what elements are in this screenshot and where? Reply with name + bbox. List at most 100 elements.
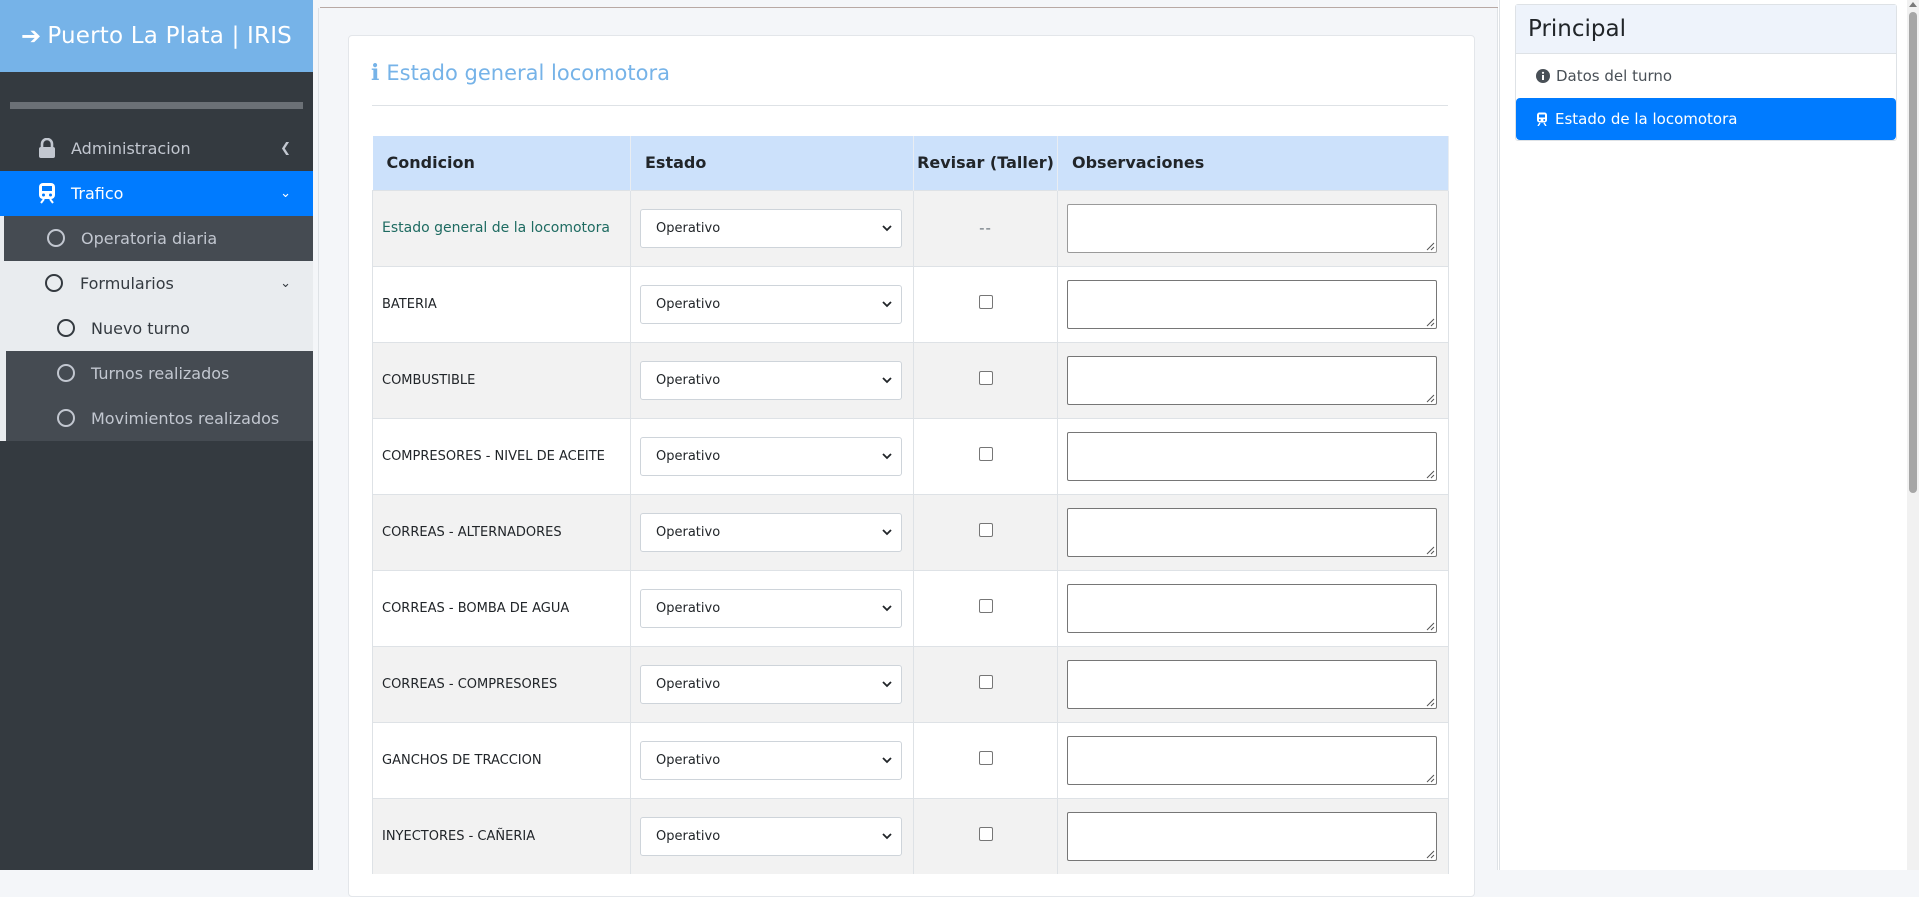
resize-handle-icon[interactable]	[1425, 697, 1435, 707]
sidebar-item-label: Movimientos realizados	[91, 409, 280, 428]
circle-icon	[47, 229, 65, 247]
circle-icon	[57, 364, 75, 382]
sidebar-item-label: Operatoria diaria	[81, 229, 218, 248]
panel-title: Principal	[1516, 5, 1896, 54]
column-header-observaciones: Observaciones	[1057, 136, 1449, 190]
circle-icon	[45, 274, 63, 292]
sidebar-item-turnos-realizados[interactable]: Turnos realizados	[6, 351, 313, 396]
resize-handle-icon[interactable]	[1425, 393, 1435, 403]
panel-item-label: Estado de la locomotora	[1555, 110, 1738, 128]
table-row: GANCHOS DE TRACCION Operativo	[372, 721, 1449, 798]
resize-handle-icon[interactable]	[1425, 849, 1435, 859]
estado-select-value: Operativo	[656, 752, 721, 768]
resize-handle-icon[interactable]	[1425, 469, 1435, 479]
resize-handle-icon[interactable]	[1425, 545, 1435, 555]
estado-select[interactable]: Operativo	[640, 588, 902, 628]
condition-label: CORREAS - COMPRESORES	[382, 676, 558, 692]
sidebar-item-label: Formularios	[80, 274, 174, 293]
table-row: INYECTORES - CAÑERIA Operativo	[372, 797, 1449, 874]
info-icon: i	[371, 60, 380, 86]
right-panel: Principal Datos del turno Estado de la l…	[1498, 0, 1919, 870]
card-title: i Estado general locomotora	[371, 60, 670, 86]
scrollbar-thumb[interactable]	[1909, 12, 1917, 493]
condition-table: Condicion Estado Revisar (Taller) Observ…	[372, 136, 1449, 874]
scroll-up-icon[interactable]	[1909, 2, 1917, 7]
table-row: COMBUSTIBLE Operativo	[372, 341, 1449, 418]
revisar-checkbox[interactable]	[978, 751, 993, 765]
estado-select[interactable]: Operativo	[640, 436, 902, 476]
resize-handle-icon[interactable]	[1425, 241, 1435, 251]
estado-select[interactable]: Operativo	[640, 512, 902, 552]
scrollbar[interactable]	[1907, 0, 1919, 870]
estado-select[interactable]: Operativo	[640, 740, 902, 780]
condition-label: INYECTORES - CAÑERIA	[382, 828, 536, 844]
condition-label: CORREAS - ALTERNADORES	[382, 524, 562, 540]
observaciones-textarea[interactable]	[1067, 507, 1437, 557]
table-row: CORREAS - BOMBA DE AGUA Operativo	[372, 569, 1449, 646]
chevron-down-icon	[882, 452, 892, 459]
sidebar: ➔ Puerto La Plata | IRIS Administracion …	[0, 0, 313, 870]
condition-label: COMBUSTIBLE	[382, 372, 476, 388]
card-divider	[372, 105, 1448, 106]
panel-item-estado-de-la-locomotora[interactable]: Estado de la locomotora	[1516, 98, 1896, 140]
observaciones-textarea[interactable]	[1067, 735, 1437, 785]
chevron-left-icon: ❮	[280, 140, 291, 156]
chevron-down-icon: ⌄	[280, 186, 291, 201]
revisar-checkbox[interactable]	[978, 599, 993, 613]
divider	[318, 8, 319, 870]
top-divider	[320, 7, 1498, 8]
estado-select[interactable]: Operativo	[640, 664, 902, 704]
column-header-estado: Estado	[630, 136, 914, 190]
revisar-placeholder: --	[979, 219, 992, 237]
sidebar-item-label: Nuevo turno	[91, 319, 190, 338]
observaciones-textarea[interactable]	[1067, 583, 1437, 633]
table-header-row: Condicion Estado Revisar (Taller) Observ…	[372, 136, 1449, 190]
resize-handle-icon[interactable]	[1425, 773, 1435, 783]
divider	[1499, 0, 1500, 870]
card-title-text: Estado general locomotora	[386, 61, 670, 85]
observaciones-textarea[interactable]	[1067, 659, 1437, 709]
panel-item-datos-del-turno[interactable]: Datos del turno	[1516, 54, 1896, 98]
sidebar-item-nuevo-turno[interactable]: Nuevo turno	[6, 306, 313, 351]
column-header-condicion: Condicion	[372, 136, 631, 190]
revisar-checkbox[interactable]	[978, 827, 993, 842]
resize-handle-icon[interactable]	[1425, 621, 1435, 631]
sidebar-item-formularios[interactable]: Formularios ⌄	[0, 261, 313, 306]
observaciones-textarea[interactable]	[1067, 355, 1437, 405]
brand-link[interactable]: ➔ Puerto La Plata | IRIS	[0, 0, 313, 72]
estado-select-value: Operativo	[656, 600, 721, 616]
sidebar-item-trafico[interactable]: Trafico ⌄	[0, 171, 313, 216]
revisar-checkbox[interactable]	[978, 295, 993, 309]
observaciones-textarea[interactable]	[1067, 431, 1437, 481]
revisar-checkbox[interactable]	[978, 447, 993, 461]
estado-select[interactable]: Operativo	[640, 360, 902, 400]
estado-select-value: Operativo	[656, 828, 721, 844]
chevron-down-icon	[882, 756, 892, 763]
circle-icon	[57, 319, 75, 337]
observaciones-textarea[interactable]	[1067, 279, 1437, 329]
sidebar-item-operatoria-diaria[interactable]: Operatoria diaria	[4, 216, 313, 261]
observaciones-textarea[interactable]	[1067, 203, 1437, 253]
estado-select[interactable]: Operativo	[640, 208, 902, 248]
chevron-down-icon	[882, 376, 892, 383]
condition-label: CORREAS - BOMBA DE AGUA	[382, 600, 570, 616]
condition-label: BATERIA	[382, 296, 437, 312]
estado-select[interactable]: Operativo	[640, 816, 902, 856]
chevron-down-icon	[882, 300, 892, 307]
revisar-checkbox[interactable]	[978, 675, 993, 689]
revisar-checkbox[interactable]	[978, 523, 993, 537]
estado-select-value: Operativo	[656, 524, 721, 540]
chevron-down-icon	[882, 604, 892, 611]
sidebar-item-label: Administracion	[71, 138, 191, 158]
train-icon	[39, 183, 55, 204]
table-row: Estado general de la locomotora Operativo…	[372, 189, 1449, 266]
chevron-down-icon	[882, 224, 892, 231]
estado-select[interactable]: Operativo	[640, 284, 902, 324]
resize-handle-icon[interactable]	[1425, 317, 1435, 327]
main-content: i Estado general locomotora Condicion Es…	[313, 0, 1498, 897]
chevron-down-icon	[882, 528, 892, 535]
sidebar-item-movimientos-realizados[interactable]: Movimientos realizados	[6, 396, 313, 441]
observaciones-textarea[interactable]	[1067, 811, 1437, 861]
revisar-checkbox[interactable]	[978, 371, 993, 385]
sidebar-item-administracion[interactable]: Administracion ❮	[0, 125, 313, 171]
